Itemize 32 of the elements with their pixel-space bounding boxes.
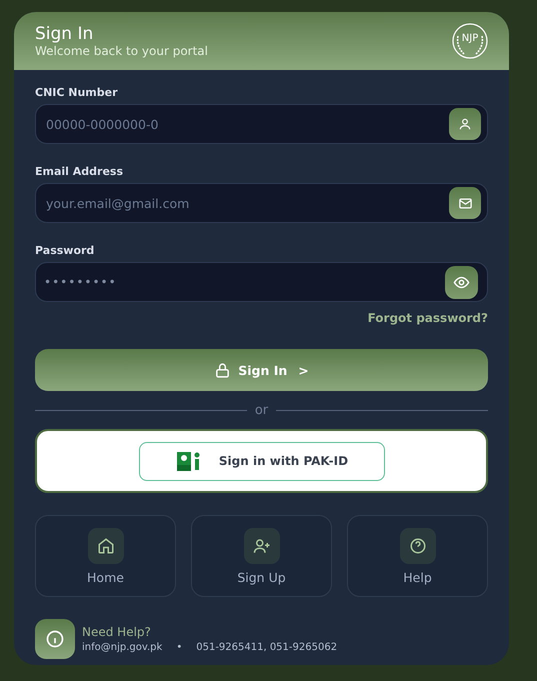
field-label: CNIC Number xyxy=(35,86,119,100)
field-label: Password xyxy=(35,244,96,258)
sign-in-button[interactable]: Sign In > xyxy=(35,349,488,391)
user-icon xyxy=(449,108,481,140)
input-field[interactable]: 00000-0000000-0 xyxy=(35,104,488,144)
field-label: Email Address xyxy=(35,165,124,179)
mail-icon xyxy=(449,187,481,219)
input-field[interactable]: your.email@gmail.com xyxy=(35,183,488,223)
separator-dot: • xyxy=(176,642,182,653)
logo-text: NJP xyxy=(460,33,480,45)
wreath-icon xyxy=(451,22,489,60)
home-icon xyxy=(96,536,114,554)
show-password-button[interactable] xyxy=(445,266,478,298)
info-icon xyxy=(35,619,75,659)
text-input[interactable]: 00000-0000000-0 xyxy=(44,116,449,132)
help-icon xyxy=(408,536,426,554)
pak-id-button[interactable]: Sign in with PAK-ID xyxy=(138,442,384,480)
add-user-icon xyxy=(252,536,270,554)
contact-email: info@njp.gov.pk xyxy=(82,642,162,653)
contact-phones: 051-9265411, 051-9265062 xyxy=(196,642,338,653)
card-subtitle: Welcome back to your portal xyxy=(35,44,208,58)
field-value: ••••••••• xyxy=(44,275,118,289)
nav-tile[interactable]: Sign Up xyxy=(191,515,332,597)
text-input[interactable]: your.email@gmail.com xyxy=(44,194,449,212)
forgot-password-link[interactable]: Forgot password? xyxy=(368,311,488,331)
nav-tile[interactable]: Help xyxy=(347,515,488,597)
nav-tile[interactable]: Home xyxy=(35,515,176,597)
input-field[interactable]: ••••••••• xyxy=(35,262,488,302)
card-title: Sign In xyxy=(35,24,94,44)
divider-text: or xyxy=(254,402,268,418)
lock-icon xyxy=(214,362,232,378)
help-title: Need Help? xyxy=(82,625,152,639)
